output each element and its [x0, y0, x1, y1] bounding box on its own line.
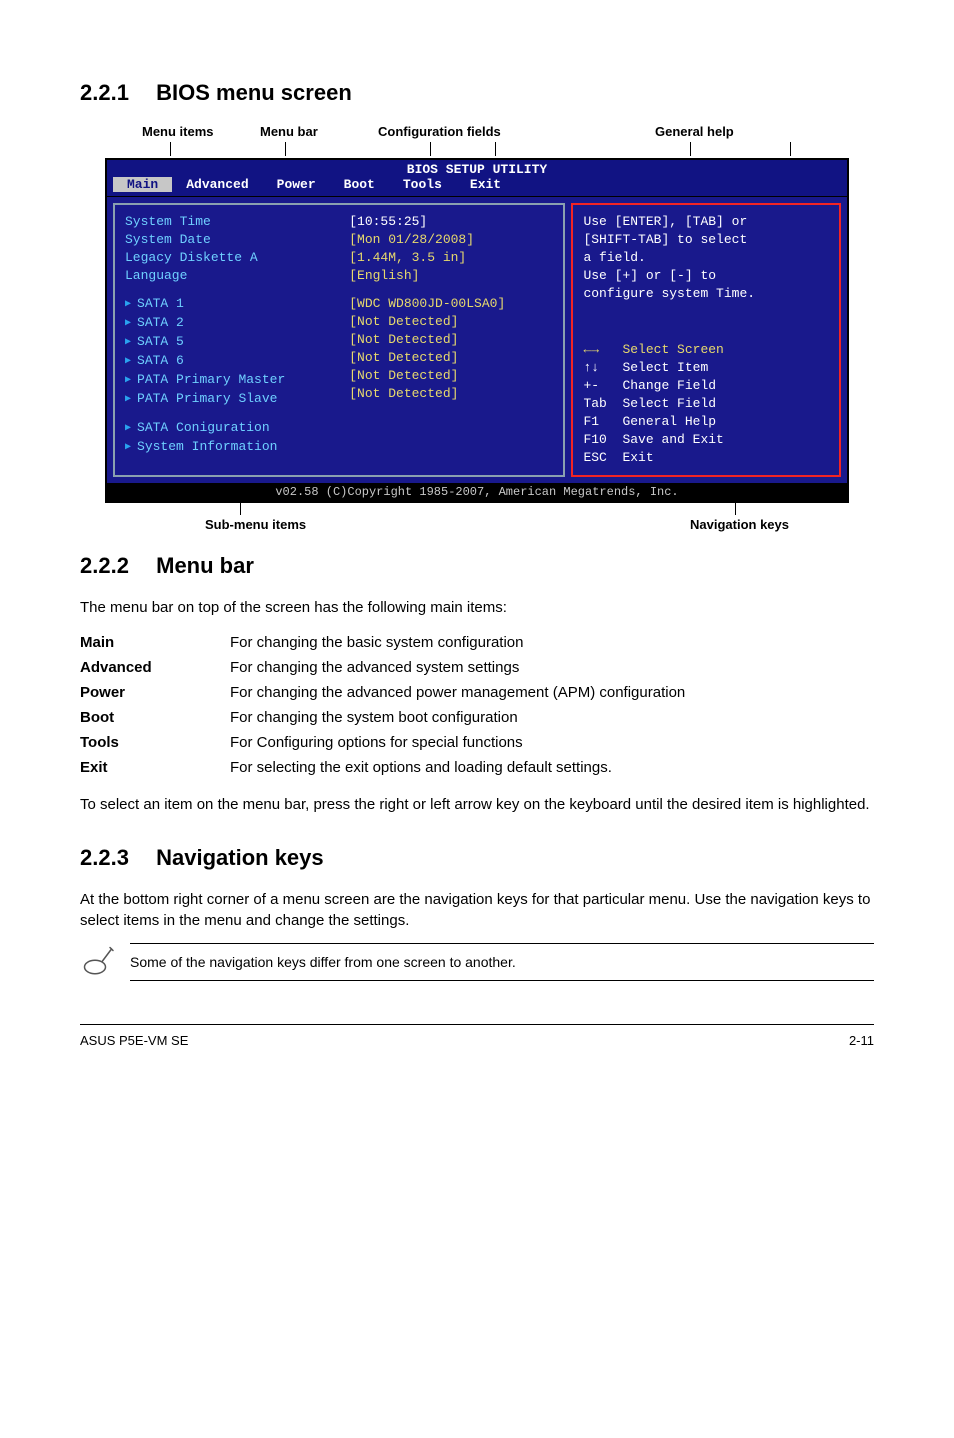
nav-pm: +- Change Field — [583, 377, 829, 395]
bios-mid-panel: [10:55:25] [Mon 01/28/2008] [1.44M, 3.5 … — [339, 205, 563, 475]
footer-left: ASUS P5E-VM SE — [80, 1033, 188, 1048]
menubar-exit[interactable]: Exit — [456, 177, 515, 192]
menubar-power[interactable]: Power — [263, 177, 330, 192]
bios-nav-keys: ←→ Select Screen ↑↓ Select Item +- Chang… — [583, 341, 829, 467]
help-line-4: Use [+] or [-] to — [583, 267, 829, 285]
section-222-heading: 2.2.2 Menu bar — [80, 553, 874, 579]
section-222-outro: To select an item on the menu bar, press… — [80, 794, 874, 815]
section-223-text: At the bottom right corner of a menu scr… — [80, 889, 874, 931]
bios-help-panel: Use [ENTER], [TAB] or [SHIFT-TAB] to sel… — [571, 203, 841, 477]
menubar-boot[interactable]: Boot — [330, 177, 389, 192]
val-sata5: [Not Detected] — [349, 331, 553, 349]
bios-header: BIOS SETUP UTILITY — [107, 160, 847, 177]
annot-menu-items: Menu items — [142, 124, 214, 139]
nav-tab: Tab Select Field — [583, 395, 829, 413]
help-line-0: Use [ENTER], [TAB] or — [583, 213, 829, 231]
item-system-date[interactable]: System Date — [125, 231, 329, 249]
nav-ud: ↑↓ Select Item — [583, 359, 829, 377]
val-sata1: [WDC WD800JD-00LSA0] — [349, 295, 553, 313]
val-pata-m: [Not Detected] — [349, 367, 553, 385]
section-221-number: 2.2.1 — [80, 80, 150, 106]
item-system-time[interactable]: System Time — [125, 213, 329, 231]
bios-bottom-annotations: Sub-menu items Navigation keys — [110, 503, 844, 533]
nav-f10: F10 Save and Exit — [583, 431, 829, 449]
item-pata-master[interactable]: PATA Primary Master — [125, 371, 329, 390]
def-row: PowerFor changing the advanced power man… — [80, 680, 685, 705]
def-desc: For Configuring options for special func… — [230, 730, 685, 755]
menubar-advanced[interactable]: Advanced — [172, 177, 262, 192]
def-desc: For selecting the exit options and loadi… — [230, 755, 685, 780]
bios-window: BIOS SETUP UTILITY Main Advanced Power B… — [105, 158, 849, 503]
section-223-title: Navigation keys — [156, 845, 324, 870]
val-sata2: [Not Detected] — [349, 313, 553, 331]
def-row: AdvancedFor changing the advanced system… — [80, 655, 685, 680]
section-222-intro: The menu bar on top of the screen has th… — [80, 597, 874, 618]
def-row: BootFor changing the system boot configu… — [80, 705, 685, 730]
annot-general-help: General help — [655, 124, 734, 139]
menu-defs-table: MainFor changing the basic system config… — [80, 630, 685, 780]
bios-footer: v02.58 (C)Copyright 1985-2007, American … — [107, 483, 847, 501]
val-time[interactable]: [10:55:25] — [349, 213, 553, 231]
item-sata5[interactable]: SATA 5 — [125, 333, 329, 352]
annot-sub-menu: Sub-menu items — [205, 517, 306, 532]
menubar-tools[interactable]: Tools — [389, 177, 456, 192]
bios-left-panel: System Time System Date Legacy Diskette … — [115, 205, 339, 475]
item-sata6[interactable]: SATA 6 — [125, 352, 329, 371]
section-223-heading: 2.2.3 Navigation keys — [80, 845, 874, 871]
def-term: Advanced — [80, 655, 230, 680]
def-desc: For changing the advanced system setting… — [230, 655, 685, 680]
def-term: Main — [80, 630, 230, 655]
section-222-number: 2.2.2 — [80, 553, 150, 579]
note-icon — [80, 943, 116, 984]
menubar-main[interactable]: Main — [113, 177, 172, 192]
def-row: MainFor changing the basic system config… — [80, 630, 685, 655]
def-row: ToolsFor Configuring options for special… — [80, 730, 685, 755]
def-desc: For changing the basic system configurat… — [230, 630, 685, 655]
note-text: Some of the navigation keys differ from … — [130, 943, 874, 981]
help-line-2: a field. — [583, 249, 829, 267]
bios-top-annotations: Menu items Menu bar Configuration fields… — [110, 124, 874, 158]
val-sata6: [Not Detected] — [349, 349, 553, 367]
val-disk: [1.44M, 3.5 in] — [349, 249, 553, 267]
def-term: Exit — [80, 755, 230, 780]
val-lang: [English] — [349, 267, 553, 285]
def-desc: For changing the advanced power manageme… — [230, 680, 685, 705]
page-footer: ASUS P5E-VM SE 2-11 — [80, 1024, 874, 1048]
annot-nav-keys: Navigation keys — [690, 517, 789, 532]
annot-config-fields: Configuration fields — [378, 124, 501, 139]
val-date: [Mon 01/28/2008] — [349, 231, 553, 249]
val-pata-s: [Not Detected] — [349, 385, 553, 403]
item-language[interactable]: Language — [125, 267, 329, 285]
section-221-title: BIOS menu screen — [156, 80, 352, 105]
help-line-1: [SHIFT-TAB] to select — [583, 231, 829, 249]
item-sys-info[interactable]: System Information — [125, 438, 329, 457]
def-desc: For changing the system boot configurati… — [230, 705, 685, 730]
def-row: ExitFor selecting the exit options and l… — [80, 755, 685, 780]
nav-esc: ESC Exit — [583, 449, 829, 467]
nav-lr: ←→ Select Screen — [583, 341, 829, 359]
nav-f1: F1 General Help — [583, 413, 829, 431]
def-term: Boot — [80, 705, 230, 730]
item-legacy-disk[interactable]: Legacy Diskette A — [125, 249, 329, 267]
note-block: Some of the navigation keys differ from … — [80, 943, 874, 984]
def-term: Tools — [80, 730, 230, 755]
bios-menubar: Main Advanced Power Boot Tools Exit — [107, 177, 847, 196]
def-term: Power — [80, 680, 230, 705]
section-221-heading: 2.2.1 BIOS menu screen — [80, 80, 874, 106]
help-line-5: configure system Time. — [583, 285, 829, 303]
item-sata2[interactable]: SATA 2 — [125, 314, 329, 333]
annot-menu-bar: Menu bar — [260, 124, 318, 139]
section-223-number: 2.2.3 — [80, 845, 150, 871]
section-222-title: Menu bar — [156, 553, 254, 578]
footer-right: 2-11 — [849, 1033, 874, 1048]
item-pata-slave[interactable]: PATA Primary Slave — [125, 390, 329, 409]
item-sata-config[interactable]: SATA Coniguration — [125, 419, 329, 438]
item-sata1[interactable]: SATA 1 — [125, 295, 329, 314]
